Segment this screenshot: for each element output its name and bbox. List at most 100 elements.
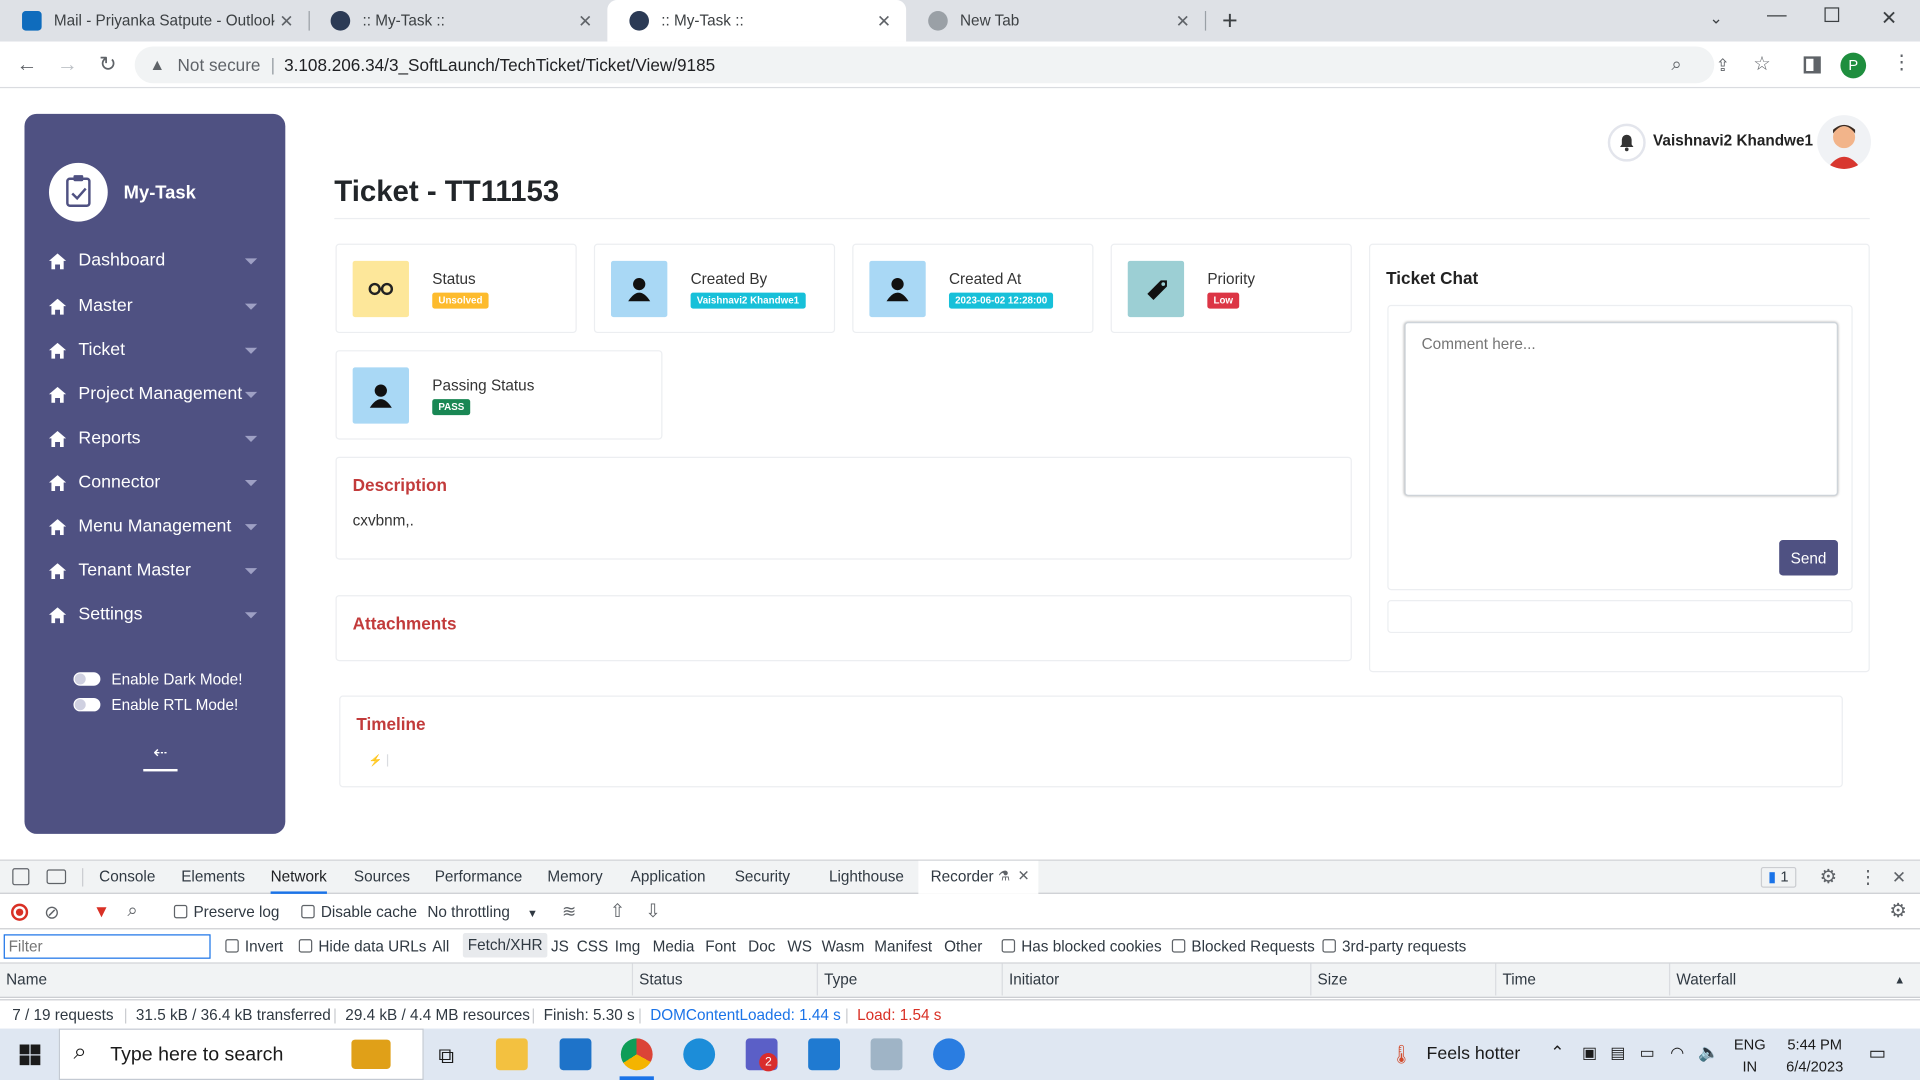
tab-recorder[interactable]: Recorder: [931, 861, 994, 894]
windows-start-icon[interactable]: [19, 1044, 41, 1066]
reload-icon[interactable]: ↻: [94, 51, 121, 78]
file-explorer-icon[interactable]: [495, 1038, 528, 1071]
wifi-icon[interactable]: ◠: [1670, 1043, 1684, 1063]
has-blocked-cookies-checkbox[interactable]: Has blocked cookies: [1001, 938, 1162, 955]
filter-type-font[interactable]: Font: [705, 938, 736, 955]
devtools-settings-icon[interactable]: ⚙: [1820, 864, 1838, 888]
maximize-icon[interactable]: [1824, 7, 1840, 23]
filter-type-fetch-xhr[interactable]: Fetch/XHR: [462, 933, 548, 958]
browser-tab-newtab[interactable]: New Tab ✕: [906, 0, 1205, 42]
checkbox[interactable]: [225, 939, 239, 953]
nav-menu-management[interactable]: Menu Management: [48, 508, 258, 545]
task-view-icon[interactable]: ⧉: [438, 1043, 454, 1069]
record-icon[interactable]: [11, 903, 29, 921]
checkbox[interactable]: [298, 939, 313, 953]
blocked-requests-checkbox[interactable]: Blocked Requests: [1171, 938, 1315, 955]
invert-checkbox[interactable]: Invert: [225, 938, 283, 955]
app-icon[interactable]: [870, 1038, 903, 1071]
back-icon[interactable]: ←: [13, 51, 40, 78]
close-recorder-icon[interactable]: ✕: [1018, 867, 1030, 884]
tab-search-icon[interactable]: ⌄: [1709, 9, 1722, 29]
browser-tab-outlook[interactable]: Mail - Priyanka Satpute - Outlook ✕: [0, 0, 309, 42]
minimize-icon[interactable]: —: [1767, 5, 1787, 27]
checkbox[interactable]: [1322, 939, 1336, 953]
notification-bell-icon[interactable]: [1607, 123, 1646, 162]
tab-network[interactable]: Network: [270, 861, 327, 894]
share-icon[interactable]: ⇪: [1709, 51, 1736, 78]
vscode-icon[interactable]: [808, 1038, 841, 1071]
column-time[interactable]: Time: [1495, 963, 1536, 996]
checkbox[interactable]: [1001, 939, 1016, 953]
clear-icon[interactable]: ⊘: [44, 901, 59, 923]
filter-icon[interactable]: ▼: [93, 901, 110, 921]
sort-up-icon[interactable]: ▲: [1894, 973, 1905, 985]
filter-type-ws[interactable]: WS: [787, 938, 812, 955]
chrome-taskbar-icon[interactable]: [620, 1038, 653, 1071]
column-waterfall[interactable]: Waterfall: [1668, 963, 1736, 996]
profile-avatar[interactable]: P: [1840, 52, 1867, 79]
devtools-menu-icon[interactable]: ⋮: [1859, 866, 1877, 888]
filter-type-manifest[interactable]: Manifest: [874, 938, 932, 955]
user-name[interactable]: Vaishnavi2 Khandwe1: [1653, 132, 1813, 149]
nav-project-management[interactable]: Project Management: [48, 376, 258, 413]
hide-data-urls-checkbox[interactable]: Hide data URLs: [298, 938, 426, 955]
filter-type-img[interactable]: Img: [615, 938, 641, 955]
column-size[interactable]: Size: [1310, 963, 1347, 996]
nav-tenant-master[interactable]: Tenant Master: [48, 552, 258, 589]
column-type[interactable]: Type: [816, 963, 857, 996]
close-devtools-icon[interactable]: ✕: [1892, 867, 1906, 888]
show-hidden-icons-icon[interactable]: ⌃: [1550, 1042, 1564, 1063]
network-settings-icon[interactable]: ⚙: [1889, 899, 1907, 923]
clock[interactable]: 5:44 PM 6/4/2023: [1779, 1036, 1850, 1075]
tab-elements[interactable]: Elements: [181, 861, 245, 894]
browser-menu-icon[interactable]: ⋮: [1892, 53, 1912, 74]
volume-icon[interactable]: 🔈: [1698, 1042, 1719, 1063]
import-har-icon[interactable]: ⇧: [610, 900, 625, 922]
zoom-icon[interactable]: ⌕: [1671, 47, 1681, 84]
rtl-mode-toggle[interactable]: [73, 697, 101, 712]
export-har-icon[interactable]: ⇩: [645, 900, 660, 922]
column-initiator[interactable]: Initiator: [1001, 963, 1059, 996]
collapse-sidebar-icon[interactable]: ⇠: [143, 742, 178, 772]
filter-type-all[interactable]: All: [432, 938, 449, 955]
edge-icon[interactable]: [683, 1038, 716, 1071]
battery-icon[interactable]: ▭: [1640, 1043, 1655, 1063]
column-status[interactable]: Status: [631, 963, 683, 996]
filter-input[interactable]: [3, 934, 211, 959]
app-logo[interactable]: [48, 162, 108, 222]
address-bar[interactable]: ▲ Not secure | 3.108.206.34/3_SoftLaunch…: [134, 46, 1715, 84]
send-button[interactable]: Send: [1779, 540, 1838, 576]
inspect-element-icon[interactable]: [12, 868, 30, 886]
comment-textarea[interactable]: [1404, 322, 1838, 496]
filter-type-other[interactable]: Other: [944, 938, 982, 955]
checkbox[interactable]: [301, 904, 315, 919]
tab-performance[interactable]: Performance: [435, 861, 523, 894]
filter-type-css[interactable]: CSS: [577, 938, 608, 955]
nav-settings[interactable]: Settings: [48, 596, 258, 633]
column-name[interactable]: Name: [0, 964, 47, 996]
search-icon[interactable]: ⌕: [127, 900, 137, 921]
app-icon[interactable]: [933, 1038, 965, 1071]
tray-app-icon[interactable]: ▣: [1582, 1043, 1597, 1063]
forward-icon[interactable]: →: [54, 51, 81, 78]
nav-master[interactable]: Master: [48, 288, 258, 325]
input-language[interactable]: ENG IN: [1734, 1036, 1766, 1075]
issues-counter[interactable]: ▮ 1: [1760, 866, 1796, 888]
network-conditions-icon[interactable]: ≋: [562, 901, 576, 922]
third-party-checkbox[interactable]: 3rd-party requests: [1322, 938, 1466, 955]
bookmark-star-icon[interactable]: ☆: [1749, 51, 1776, 78]
notifications-icon[interactable]: ▭: [1869, 1042, 1886, 1064]
preserve-log-checkbox[interactable]: Preserve log: [173, 904, 279, 921]
avatar[interactable]: [1817, 115, 1872, 169]
nav-reports[interactable]: Reports: [48, 420, 258, 457]
dark-mode-toggle[interactable]: [73, 672, 101, 686]
checkbox[interactable]: [173, 904, 188, 919]
nav-ticket[interactable]: Ticket: [48, 332, 258, 369]
disable-cache-checkbox[interactable]: Disable cache: [301, 904, 417, 921]
close-window-icon[interactable]: ✕: [1881, 6, 1897, 30]
filter-type-doc[interactable]: Doc: [748, 938, 775, 955]
browser-tab-mytask[interactable]: :: My-Task :: ✕: [309, 0, 608, 42]
filter-type-js[interactable]: JS: [551, 938, 569, 955]
taskbar-search-box[interactable]: ⌕ Type here to search: [58, 1028, 424, 1080]
url-text[interactable]: 3.108.206.34/3_SoftLaunch/TechTicket/Tic…: [284, 47, 715, 84]
